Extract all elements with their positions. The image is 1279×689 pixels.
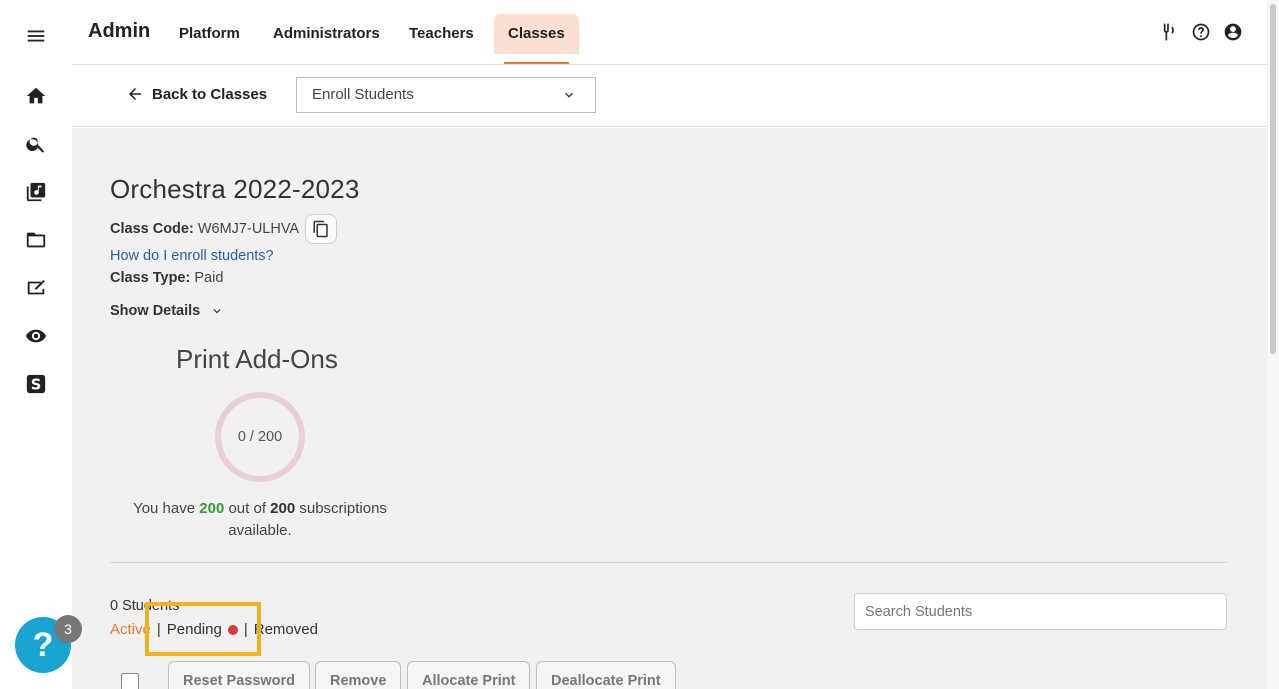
copy-code-button[interactable]	[305, 214, 337, 244]
action-select[interactable]: Enroll Students	[296, 77, 596, 113]
reset-password-button[interactable]: Reset Password	[168, 661, 311, 689]
pending-indicator-dot	[227, 625, 238, 636]
brand-title: Admin	[88, 20, 151, 42]
home-icon[interactable]	[24, 84, 48, 108]
tuning-fork-icon[interactable]	[1158, 22, 1178, 42]
enroll-help-link[interactable]: How do I enroll students?	[110, 248, 274, 264]
help-circle-icon[interactable]	[1191, 22, 1211, 42]
scrollbar-thumb[interactable]	[1270, 4, 1276, 354]
select-all-checkbox[interactable]	[121, 673, 139, 689]
class-code-value: W6MJ7-ULHVA	[197, 221, 300, 237]
tab-active[interactable]: Active	[110, 621, 151, 638]
print-usage-ring: 0 / 200	[215, 392, 305, 482]
copy-icon	[313, 220, 328, 238]
sub-toolbar: Back to Classes Enroll Students	[72, 65, 1267, 127]
class-detail-panel: Orchestra 2022-2023 Class Code: W6MJ7-UL…	[72, 128, 1267, 689]
subs-text-middle: out of	[228, 500, 266, 517]
action-select-value: Enroll Students	[312, 86, 414, 103]
left-rail: S	[0, 0, 72, 689]
tab-pending[interactable]: Pending	[167, 621, 238, 638]
back-to-classes-link[interactable]: Back to Classes	[126, 85, 267, 103]
class-type-label: Class Type:	[110, 270, 191, 286]
chevron-down-icon	[213, 309, 221, 314]
allocate-print-button[interactable]: Allocate Print	[407, 661, 531, 689]
show-details-toggle[interactable]: Show Details	[110, 303, 224, 319]
class-code-row: Class Code: W6MJ7-ULHVA	[110, 221, 299, 237]
student-count: 0 Students	[110, 598, 180, 614]
class-title: Orchestra 2022-2023	[110, 174, 360, 204]
remove-button[interactable]: Remove	[315, 661, 402, 689]
class-code-label: Class Code:	[110, 221, 194, 237]
tab-separator: |	[243, 621, 248, 638]
deallocate-print-button[interactable]: Deallocate Print	[536, 661, 676, 689]
student-status-tabs: Active | Pending | Removed	[110, 621, 318, 638]
back-label: Back to Classes	[152, 85, 268, 103]
search-icon[interactable]	[24, 132, 48, 156]
help-question-icon: ?	[32, 625, 54, 664]
subs-text-before: You have	[133, 500, 196, 517]
nav-administrators[interactable]: Administrators	[259, 14, 394, 54]
print-usage-text: 0 / 200	[237, 429, 283, 445]
nav-teachers[interactable]: Teachers	[395, 14, 488, 54]
tab-pending-label: Pending	[166, 621, 222, 638]
tab-removed[interactable]: Removed	[254, 621, 318, 638]
nav-classes[interactable]: Classes	[494, 14, 579, 64]
music-library-icon[interactable]	[24, 180, 48, 204]
assignment-icon[interactable]	[24, 276, 48, 300]
help-notification-badge: 3	[54, 615, 82, 643]
tab-separator: |	[156, 621, 161, 638]
arrow-left-icon	[129, 88, 141, 100]
page-scrollbar[interactable]	[1267, 0, 1279, 689]
print-addons-title: Print Add-Ons	[176, 344, 338, 374]
subscriptions-summary: You have 200 out of 200 subscriptions av…	[120, 498, 400, 542]
menu-icon[interactable]	[24, 24, 48, 48]
class-type-row: Class Type: Paid	[110, 270, 223, 286]
show-details-label: Show Details	[110, 303, 201, 319]
subs-total-count: 200	[270, 500, 296, 517]
nav-platform[interactable]: Platform	[165, 14, 254, 54]
account-icon[interactable]	[1223, 22, 1243, 42]
svg-text:S: S	[31, 377, 42, 394]
search-students-input[interactable]	[854, 593, 1227, 630]
eye-icon[interactable]	[24, 324, 48, 348]
section-divider	[110, 562, 1227, 563]
folder-icon[interactable]	[24, 228, 48, 252]
top-navigation: Admin Platform Administrators Teachers C…	[72, 0, 1267, 65]
s-logo-icon[interactable]: S	[24, 372, 48, 396]
subs-available-count: 200	[199, 500, 225, 517]
class-type-value: Paid	[194, 270, 224, 286]
chevron-down-icon	[565, 92, 573, 98]
